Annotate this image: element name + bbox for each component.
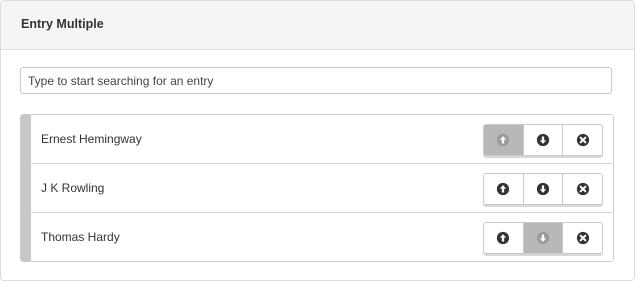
close-circle-icon <box>576 231 589 245</box>
arrow-down-circle-icon <box>536 182 550 196</box>
close-circle-icon <box>576 182 589 196</box>
remove-entry-button[interactable] <box>563 223 602 253</box>
panel-header: Entry Multiple <box>1 1 634 50</box>
panel-title: Entry Multiple <box>21 17 104 31</box>
arrow-down-circle-icon <box>536 231 550 245</box>
arrow-up-circle-icon <box>497 182 510 196</box>
entry-actions <box>483 173 603 205</box>
entry-actions <box>483 124 603 156</box>
move-down-button[interactable] <box>523 125 564 155</box>
arrow-up-circle-icon <box>497 133 510 147</box>
close-circle-icon <box>576 133 589 147</box>
list-item: Thomas Hardy <box>31 213 613 261</box>
entry-label: Thomas Hardy <box>41 230 120 244</box>
move-down-button[interactable] <box>523 223 564 253</box>
entry-list: Ernest Hemingway J K Rowling Thomas Hard… <box>20 114 614 262</box>
move-up-button[interactable] <box>484 174 524 204</box>
entry-label: Ernest Hemingway <box>41 132 142 146</box>
move-up-button[interactable] <box>484 223 524 253</box>
arrow-down-circle-icon <box>536 133 550 147</box>
entry-label: J K Rowling <box>41 181 105 195</box>
arrow-up-circle-icon <box>497 231 510 245</box>
move-down-button[interactable] <box>523 174 564 204</box>
list-drag-bar <box>21 115 31 261</box>
remove-entry-button[interactable] <box>563 174 602 204</box>
move-up-button[interactable] <box>484 125 524 155</box>
entry-search-input[interactable] <box>20 67 612 94</box>
list-item: Ernest Hemingway <box>31 115 613 164</box>
entry-actions <box>483 222 603 254</box>
remove-entry-button[interactable] <box>563 125 602 155</box>
list-item: J K Rowling <box>31 164 613 213</box>
